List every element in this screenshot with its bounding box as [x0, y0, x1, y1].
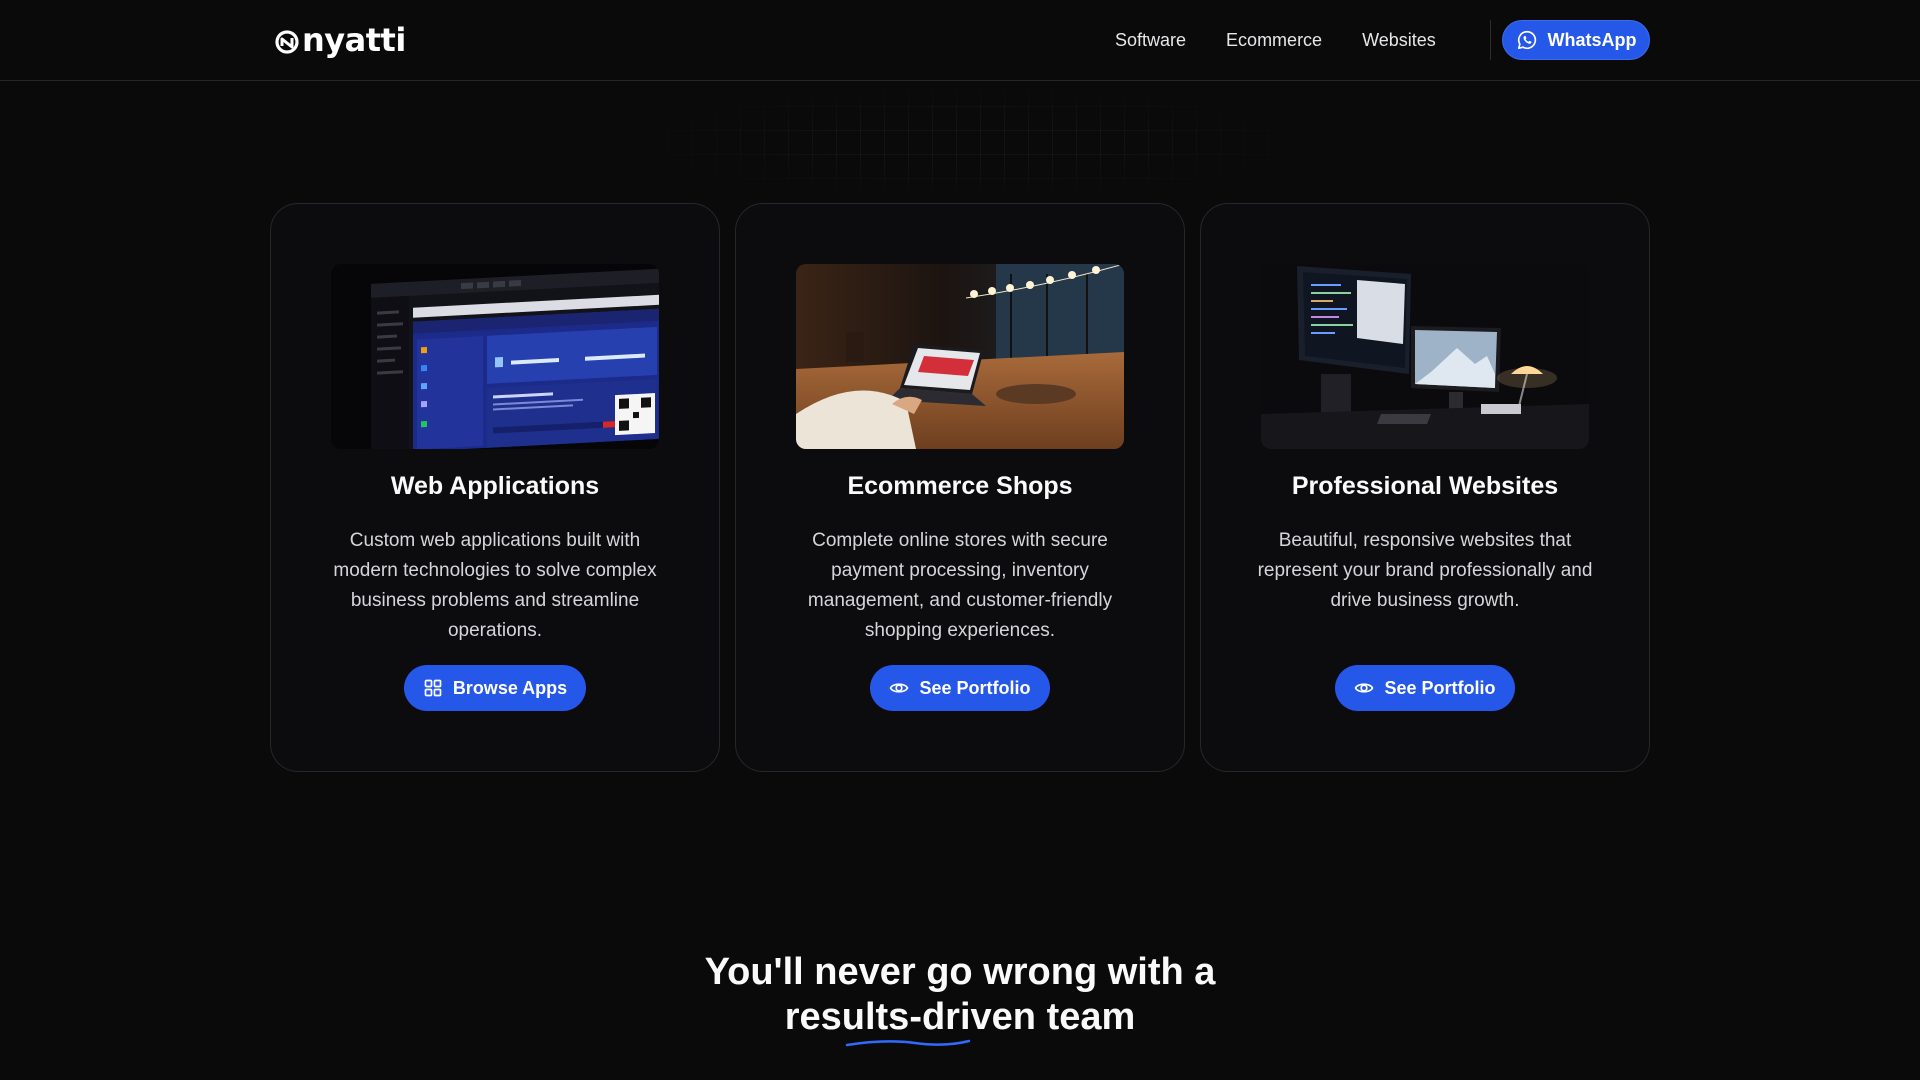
nav-divider	[1490, 20, 1491, 60]
ecommerce-laptop-image	[796, 264, 1124, 449]
see-portfolio-button-ecommerce[interactable]: See Portfolio	[870, 665, 1050, 711]
nav-link-software[interactable]: Software	[1115, 26, 1186, 54]
card-description: Custom web applications built with moder…	[333, 530, 657, 641]
see-portfolio-label: See Portfolio	[1384, 677, 1496, 698]
card-professional-websites: Professional Websites Beautiful, respons…	[1200, 203, 1650, 772]
whatsapp-icon	[1517, 30, 1536, 50]
eye-icon	[1355, 683, 1374, 693]
logo-mark-icon	[275, 30, 299, 54]
card-title: Professional Websites	[1291, 472, 1559, 500]
whatsapp-button-label: WhatsApp	[1547, 29, 1637, 50]
see-portfolio-button-websites[interactable]: See Portfolio	[1335, 665, 1515, 711]
services-cards: Web Applications Custom web applications…	[270, 203, 1650, 772]
grid-background	[620, 82, 1320, 202]
card-description: Complete online stores with secure payme…	[807, 530, 1113, 641]
grid-icon	[424, 679, 442, 697]
card-title: Ecommerce Shops	[847, 472, 1073, 500]
desk-monitors-image	[1261, 264, 1589, 449]
browse-apps-button[interactable]: Browse Apps	[404, 665, 586, 711]
eye-icon	[890, 683, 909, 693]
card-web-applications: Web Applications Custom web applications…	[270, 203, 720, 772]
logo[interactable]: nyatti	[274, 21, 406, 59]
card-ecommerce-shops: Ecommerce Shops Complete online stores w…	[735, 203, 1185, 772]
nav-link-websites[interactable]: Websites	[1362, 26, 1436, 54]
see-portfolio-label: See Portfolio	[919, 677, 1031, 698]
nav-link-ecommerce[interactable]: Ecommerce	[1226, 26, 1322, 54]
card-description: Beautiful, responsive websites that repr…	[1257, 530, 1593, 611]
web-app-screenshot-image	[331, 264, 659, 449]
browse-apps-label: Browse Apps	[452, 677, 568, 698]
main-nav: Software Ecommerce Websites	[1115, 26, 1436, 54]
headline-line-1: You'll never go wrong with a	[704, 951, 1216, 993]
whatsapp-button[interactable]: WhatsApp	[1502, 20, 1650, 60]
card-title: Web Applications	[390, 472, 600, 500]
section-headline: You'll never go wrong with a results-dri…	[0, 950, 1920, 1040]
logo-text: nyatti	[302, 21, 406, 59]
headline-underline-decoration	[845, 1039, 971, 1047]
headline-line-2: results-driven team	[784, 996, 1136, 1038]
site-header: nyatti Software Ecommerce Websites Whats…	[0, 0, 1920, 81]
